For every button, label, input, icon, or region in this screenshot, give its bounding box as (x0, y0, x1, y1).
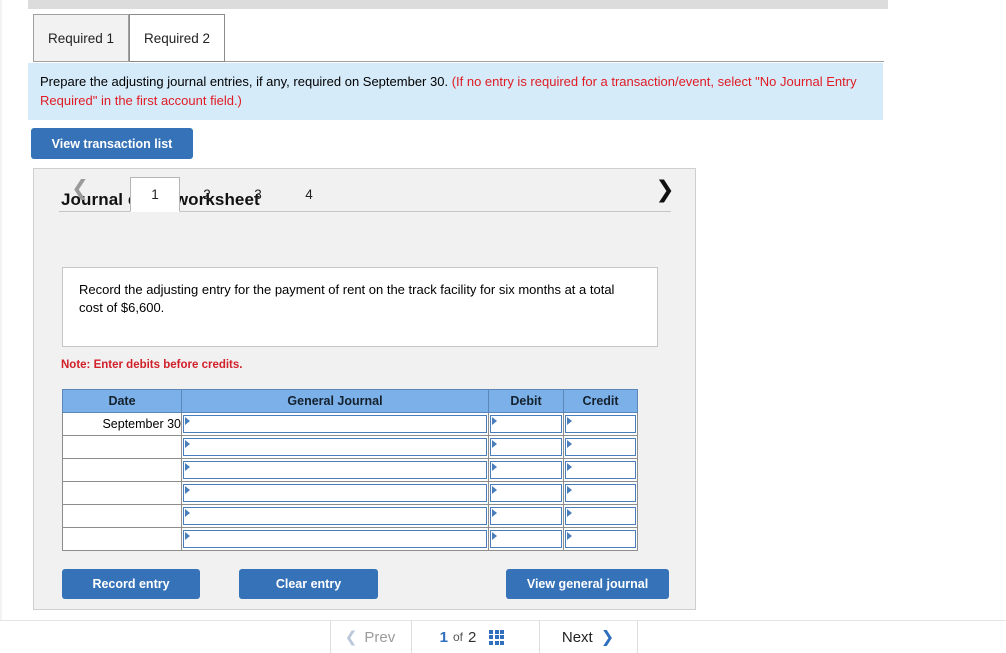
journal-entry-table: Date General Journal Debit Credit Septem… (62, 389, 638, 551)
entry-tab-2[interactable]: 2 (182, 177, 232, 212)
entry-tab-3-label: 3 (254, 187, 262, 202)
entry-description: Record the adjusting entry for the payme… (62, 267, 658, 347)
entry-tab-4-label: 4 (305, 187, 313, 202)
credit-input-field[interactable] (565, 507, 636, 525)
instruction-primary-text: Prepare the adjusting journal entries, i… (40, 74, 449, 89)
table-row (62, 481, 638, 505)
record-entry-button[interactable]: Record entry (62, 569, 200, 599)
cell-credit[interactable] (563, 412, 638, 436)
account-select-field[interactable] (183, 438, 487, 456)
entry-tab-4[interactable]: 4 (284, 177, 334, 212)
page-left-edge (0, 0, 2, 652)
view-transaction-list-button[interactable]: View transaction list (31, 128, 193, 159)
debit-input-field[interactable] (490, 507, 562, 525)
debit-input-field[interactable] (490, 438, 562, 456)
credit-input-field[interactable] (565, 484, 636, 502)
tab-required-2-label: Required 2 (143, 30, 211, 46)
cell-credit[interactable] (563, 527, 638, 551)
tab-required-1[interactable]: Required 1 (33, 14, 129, 62)
entry-tab-1-label: 1 (151, 187, 159, 202)
column-header-credit: Credit (563, 389, 638, 413)
cell-general-journal[interactable] (181, 481, 489, 505)
entry-tab-3[interactable]: 3 (233, 177, 283, 212)
column-header-date: Date (62, 389, 182, 413)
cell-credit[interactable] (563, 481, 638, 505)
table-row (62, 458, 638, 482)
cell-debit[interactable] (488, 527, 564, 551)
table-row: September 30 (62, 412, 638, 436)
cell-debit[interactable] (488, 481, 564, 505)
cell-date[interactable] (62, 527, 182, 551)
cell-debit[interactable] (488, 504, 564, 528)
credit-input-field[interactable] (565, 415, 636, 433)
cell-general-journal[interactable] (181, 458, 489, 482)
cell-date[interactable] (62, 458, 182, 482)
page-of-label: of (452, 630, 463, 644)
debit-input-field[interactable] (490, 484, 562, 502)
tab-required-2[interactable]: Required 2 (129, 14, 225, 62)
account-select-field[interactable] (183, 484, 487, 502)
chevron-right-icon[interactable]: ❯ (654, 175, 676, 203)
prev-label: Prev (364, 628, 396, 646)
account-select-field[interactable] (183, 461, 487, 479)
instruction-banner: Prepare the adjusting journal entries, i… (28, 63, 883, 120)
cell-credit[interactable] (563, 458, 638, 482)
next-page-button[interactable]: Next ❯ (540, 621, 636, 653)
tabs-filler (225, 14, 884, 62)
chevron-left-icon[interactable]: ❮ (69, 175, 91, 203)
cell-general-journal[interactable] (181, 435, 489, 459)
table-header-row: Date General Journal Debit Credit (62, 389, 638, 413)
table-row (62, 435, 638, 459)
account-select-field[interactable] (183, 507, 487, 525)
entry-tab-2-label: 2 (203, 187, 211, 202)
column-header-debit: Debit (488, 389, 564, 413)
chevron-left-icon: ❮ (344, 629, 358, 646)
credit-input-field[interactable] (565, 438, 636, 456)
table-row (62, 527, 638, 551)
account-select-field[interactable] (183, 530, 487, 548)
journal-entry-worksheet-panel: Journal entry worksheet ❮ 1 2 3 4 ❯ Reco… (33, 168, 696, 610)
cell-debit[interactable] (488, 458, 564, 482)
cell-debit[interactable] (488, 412, 564, 436)
prev-page-button[interactable]: ❮ Prev (330, 621, 410, 653)
tab-required-1-label: Required 1 (47, 30, 115, 46)
debit-input-field[interactable] (490, 461, 562, 479)
cell-credit[interactable] (563, 435, 638, 459)
requirement-tabs: Required 1 Required 2 (33, 14, 884, 62)
debit-input-field[interactable] (490, 530, 562, 548)
chevron-right-icon: ❯ (600, 629, 615, 646)
credit-input-field[interactable] (565, 461, 636, 479)
cell-date[interactable] (62, 481, 182, 505)
top-gray-strip (28, 0, 888, 9)
clear-entry-button[interactable]: Clear entry (239, 569, 378, 599)
cell-general-journal[interactable] (181, 504, 489, 528)
page-indicator: 1 of 2 (412, 621, 532, 653)
credit-input-field[interactable] (565, 530, 636, 548)
debit-input-field[interactable] (490, 415, 562, 433)
cell-debit[interactable] (488, 435, 564, 459)
cell-credit[interactable] (563, 504, 638, 528)
table-row (62, 504, 638, 528)
cell-date[interactable]: September 30 (62, 412, 182, 436)
cell-general-journal[interactable] (181, 412, 489, 436)
debits-before-credits-note: Note: Enter debits before credits. (61, 359, 243, 371)
cell-general-journal[interactable] (181, 527, 489, 551)
entry-tab-1[interactable]: 1 (130, 177, 180, 212)
cell-date[interactable] (62, 504, 182, 528)
account-select-field[interactable] (183, 415, 487, 433)
next-label: Next (561, 628, 593, 646)
total-pages-number: 2 (468, 628, 477, 646)
bottom-navigation-bar: ❮ Prev 1 of 2 Next ❯ (0, 620, 1006, 653)
nav-separator (637, 621, 638, 653)
column-header-general-journal: General Journal (181, 389, 489, 413)
view-general-journal-button[interactable]: View general journal (506, 569, 669, 599)
current-page-number: 1 (439, 628, 448, 646)
cell-date[interactable] (62, 435, 182, 459)
grid-icon[interactable] (489, 629, 505, 645)
